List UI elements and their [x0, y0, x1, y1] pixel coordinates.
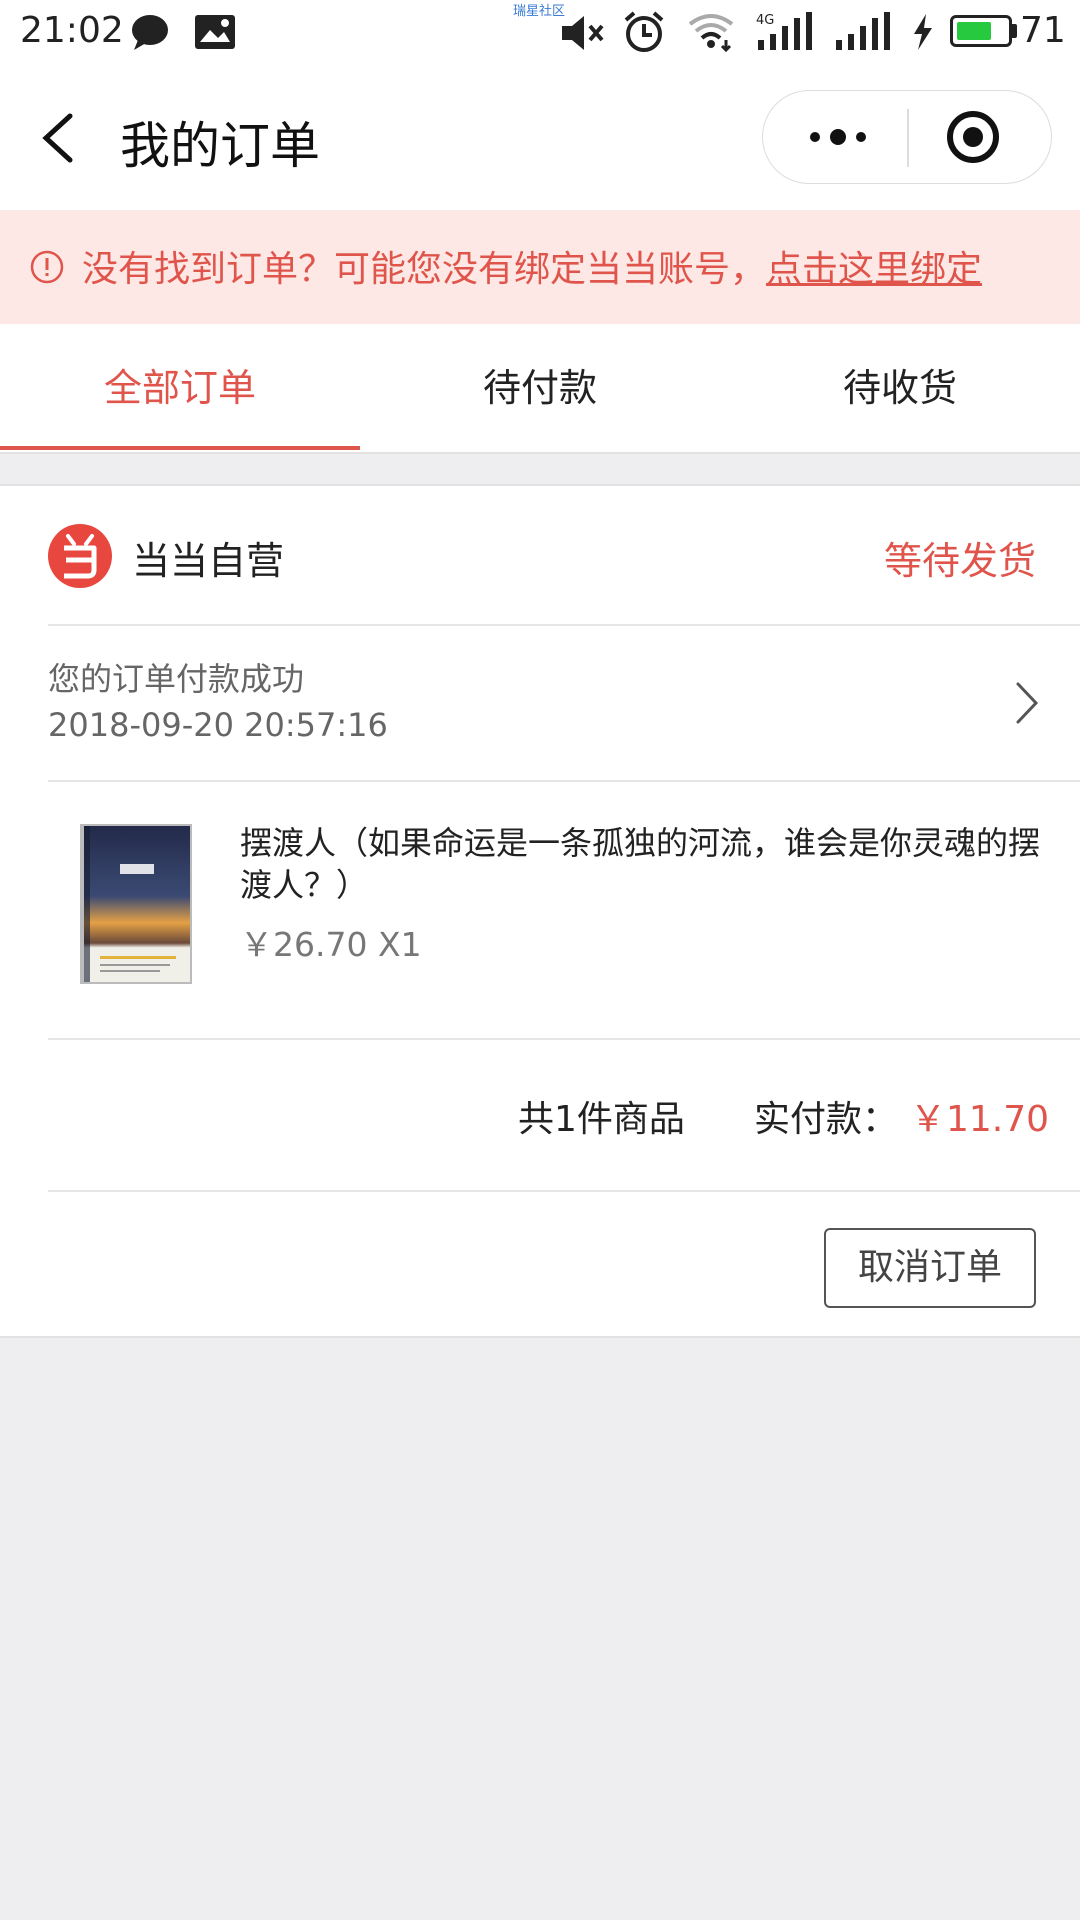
more-dots-icon [810, 129, 866, 145]
pay-time: 2018-09-20 20:57:16 [48, 706, 388, 744]
image-icon [194, 14, 236, 54]
item-price-qty: ￥26.70 X1 [240, 925, 422, 964]
watermark-text: 瑞星社区 [513, 4, 566, 19]
mini-program-capsule [762, 90, 1052, 184]
status-time: 21:02 [20, 10, 124, 51]
book-cover-image [80, 824, 192, 984]
svg-text:4G: 4G [756, 13, 774, 28]
back-button[interactable] [30, 106, 90, 170]
battery-tip [1012, 24, 1017, 38]
alert-circle-icon [30, 250, 64, 284]
tab-all-orders[interactable]: 全部订单 [0, 324, 360, 452]
chevron-left-icon [42, 113, 73, 163]
wifi-icon [688, 12, 734, 56]
battery-icon [950, 15, 1012, 47]
capsule-divider [907, 109, 909, 167]
active-tab-indicator [0, 446, 360, 450]
order-summary: 共1件商品 实付款： ￥11.70 [0, 1040, 1080, 1190]
item-title: 摆渡人（如果命运是一条孤独的河流，谁会是你灵魂的摆渡人？） [240, 824, 1041, 904]
more-button[interactable] [793, 111, 883, 163]
page-title: 我的订单 [120, 117, 320, 175]
tab-pending-payment[interactable]: 待付款 [360, 324, 720, 452]
item-count: 共1件商品 [518, 1099, 685, 1140]
nav-bar: 我的订单 [0, 66, 1080, 210]
dangdang-logo-icon [48, 524, 112, 588]
order-status: 等待发货 [883, 539, 1036, 583]
cancel-order-button[interactable]: 取消订单 [824, 1228, 1036, 1308]
alarm-icon [622, 10, 666, 58]
charging-icon [912, 14, 934, 54]
pay-message: 您的订单付款成功 [48, 660, 305, 698]
message-icon [130, 12, 170, 56]
status-bar: 21:02 瑞星社区 4G 71 [0, 0, 1080, 66]
order-card: 当当自营 等待发货 您的订单付款成功 2018-09-20 20:57:16 摆… [0, 484, 1080, 1338]
order-item[interactable]: 摆渡人（如果命运是一条孤独的河流，谁会是你灵魂的摆渡人？） ￥26.70 X1 [0, 782, 1080, 1038]
signal-4g-icon: 4G [756, 12, 814, 56]
signal-icon [834, 12, 892, 56]
battery-percent: 71 [1020, 10, 1066, 51]
order-actions: 取消订单 [0, 1192, 1080, 1338]
notice-text: 没有找到订单？可能您没有绑定当当账号， [82, 249, 767, 290]
battery-level-fill [957, 22, 991, 40]
mute-icon [560, 14, 606, 56]
order-detail-row[interactable]: 您的订单付款成功 2018-09-20 20:57:16 [0, 626, 1080, 780]
paid-label: 实付款： [754, 1099, 899, 1140]
chevron-right-icon [1016, 682, 1039, 724]
bind-account-link[interactable]: 点击这里绑定 [766, 249, 982, 290]
order-tabs: 全部订单 待付款 待收货 [0, 324, 1080, 454]
notice-message: 没有找到订单？可能您没有绑定当当账号，点击这里绑定 [82, 240, 982, 292]
shop-name: 当当自营 [132, 539, 285, 583]
bind-account-notice: 没有找到订单？可能您没有绑定当当账号，点击这里绑定 [0, 210, 1080, 324]
close-button[interactable] [945, 109, 1001, 165]
target-close-icon [947, 111, 999, 163]
shop-row: 当当自营 等待发货 [0, 486, 1080, 624]
paid-amount: ￥11.70 [910, 1099, 1050, 1140]
tab-pending-receipt[interactable]: 待收货 [720, 324, 1080, 452]
